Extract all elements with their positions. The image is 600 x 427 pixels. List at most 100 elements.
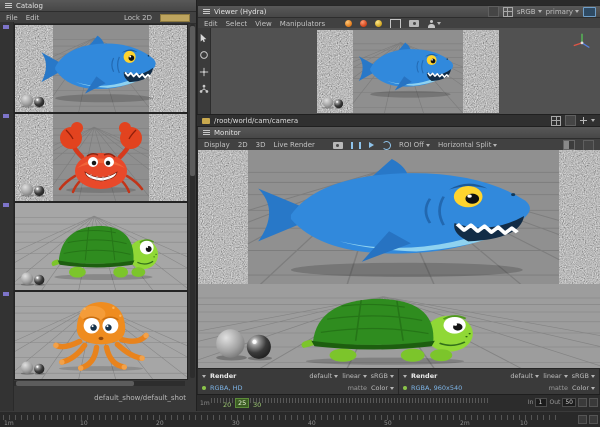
catalog-item-crab[interactable] [14, 113, 188, 202]
viewer-viewport[interactable] [211, 28, 600, 115]
timebar-option-button[interactable] [589, 415, 598, 424]
translate-tool-icon[interactable] [199, 67, 209, 77]
scrollbar-thumb[interactable] [16, 381, 134, 386]
slot-marker[interactable] [3, 203, 9, 207]
frame-icon[interactable] [390, 19, 401, 29]
lasso-tool-icon[interactable] [199, 50, 209, 60]
reference-spheres [322, 96, 348, 109]
monitor-viewport-bottom[interactable] [198, 284, 600, 368]
loop-icon[interactable] [382, 141, 391, 150]
panel-menu-icon[interactable] [5, 5, 12, 6]
timebar-option-button[interactable] [578, 415, 587, 424]
script-badge[interactable] [160, 14, 190, 22]
slot-marker[interactable] [3, 114, 9, 118]
snapshot-icon[interactable] [488, 6, 499, 17]
scenegraph-path-bar[interactable]: /root/world/cam/camera [197, 114, 600, 127]
transfer-select[interactable]: linear [342, 372, 366, 380]
menu-edit[interactable]: Edit [204, 20, 218, 28]
chevron-down-icon[interactable] [202, 375, 206, 378]
frame-label: 30 [253, 401, 261, 409]
split-value: Horizontal Split [438, 141, 492, 149]
panel-menu-icon[interactable] [203, 132, 210, 133]
hierarchy-tool-icon[interactable] [199, 84, 209, 94]
scrollbar-thumb[interactable] [190, 26, 195, 176]
slot-marker[interactable] [3, 292, 9, 296]
display-icon[interactable] [583, 7, 596, 17]
viewer-titlebar[interactable]: Viewer (Hydra) sRGB primary [198, 6, 600, 18]
timeline-option-button[interactable] [589, 398, 598, 407]
location-icon [202, 118, 210, 124]
monitor-viewport-top[interactable] [198, 150, 600, 284]
noise-right [559, 150, 600, 284]
timebar-buttons [578, 415, 598, 424]
timeline-left-label: 1m [200, 400, 210, 407]
slot-marker[interactable] [3, 25, 9, 29]
view-select[interactable]: Color [572, 384, 595, 392]
material-mode-icon[interactable] [360, 20, 367, 27]
light-mode-icon[interactable] [375, 20, 382, 27]
pause-icon[interactable] [351, 142, 361, 149]
preset-select[interactable]: default [309, 372, 338, 380]
catalog-horizontal-scrollbar[interactable] [14, 381, 185, 386]
layer-label[interactable]: matte [348, 384, 367, 392]
layer-label[interactable]: matte [549, 384, 568, 392]
add-icon[interactable] [580, 117, 587, 124]
menu-manipulators[interactable]: Manipulators [280, 20, 325, 28]
colorspace-select[interactable]: sRGB [572, 372, 595, 380]
settings-icon[interactable] [583, 140, 594, 151]
current-frame-indicator[interactable]: 25 [235, 398, 249, 408]
menu-select[interactable]: Select [226, 20, 248, 28]
view-select[interactable]: Color [371, 384, 394, 392]
transfer-value: linear [543, 372, 561, 380]
wipe-compare-icon[interactable] [563, 140, 575, 150]
catalog-item-turtle[interactable] [14, 202, 188, 291]
roi-select[interactable]: ROI Off [399, 141, 430, 149]
split-select[interactable]: Horizontal Split [438, 141, 498, 149]
shark-character [356, 42, 460, 99]
menu-live-render[interactable]: Live Render [274, 141, 315, 149]
catalog-item-shark[interactable] [14, 24, 188, 113]
person-icon [427, 20, 435, 28]
preset-select[interactable]: default [510, 372, 539, 380]
out-field[interactable]: 50 [562, 398, 576, 407]
frame-label: 10 [80, 420, 88, 427]
colorspace-select[interactable]: sRGB [371, 372, 394, 380]
octopus-character [49, 298, 153, 372]
camera-icon[interactable] [409, 20, 419, 27]
menu-display[interactable]: Display [204, 141, 230, 149]
play-icon[interactable] [369, 142, 374, 148]
person-select[interactable] [427, 20, 441, 28]
chevron-down-icon[interactable] [591, 119, 595, 122]
menu-file[interactable]: File [6, 14, 18, 22]
global-timebar[interactable]: 1m 10 20 30 40 50 2m 10 [0, 411, 600, 427]
catalog-titlebar[interactable]: Catalog [0, 0, 196, 12]
catalog-item-octopus[interactable] [14, 291, 188, 380]
expand-icon[interactable] [565, 115, 576, 126]
transfer-select[interactable]: linear [543, 372, 567, 380]
panel-menu-icon[interactable] [203, 11, 210, 12]
menu-edit[interactable]: Edit [26, 14, 40, 22]
menu-view[interactable]: View [255, 20, 272, 28]
scenegraph-path[interactable]: /root/world/cam/camera [214, 117, 298, 125]
menu-2d[interactable]: 2D [238, 141, 248, 149]
monitor-titlebar[interactable]: Monitor [198, 127, 600, 139]
axis-gizmo [571, 31, 593, 53]
in-field[interactable]: 1 [535, 398, 547, 407]
monitor-timeline[interactable]: 1m 20 25 30 In 1 Out 50 [197, 394, 600, 412]
shaded-mode-icon[interactable] [345, 20, 352, 27]
chevron-down-icon [390, 375, 394, 378]
frame-label: 50 [384, 420, 392, 427]
select-cursor-icon[interactable] [199, 33, 209, 43]
grid-toggle-icon[interactable] [503, 7, 513, 17]
lock-2d-toggle[interactable]: Lock 2D [124, 14, 152, 22]
timeline-option-button[interactable] [578, 398, 587, 407]
grid-icon[interactable] [551, 116, 561, 126]
viewer-target-select[interactable]: primary [546, 8, 579, 16]
viewer-title: Viewer (Hydra) [214, 8, 267, 16]
menu-3d[interactable]: 3D [256, 141, 266, 149]
chevron-down-icon[interactable] [403, 375, 407, 378]
snapshot-icon[interactable] [333, 142, 343, 149]
chevron-down-icon [591, 387, 595, 390]
catalog-vertical-scrollbar[interactable] [190, 24, 195, 378]
viewer-colorspace-select[interactable]: sRGB [517, 8, 542, 16]
